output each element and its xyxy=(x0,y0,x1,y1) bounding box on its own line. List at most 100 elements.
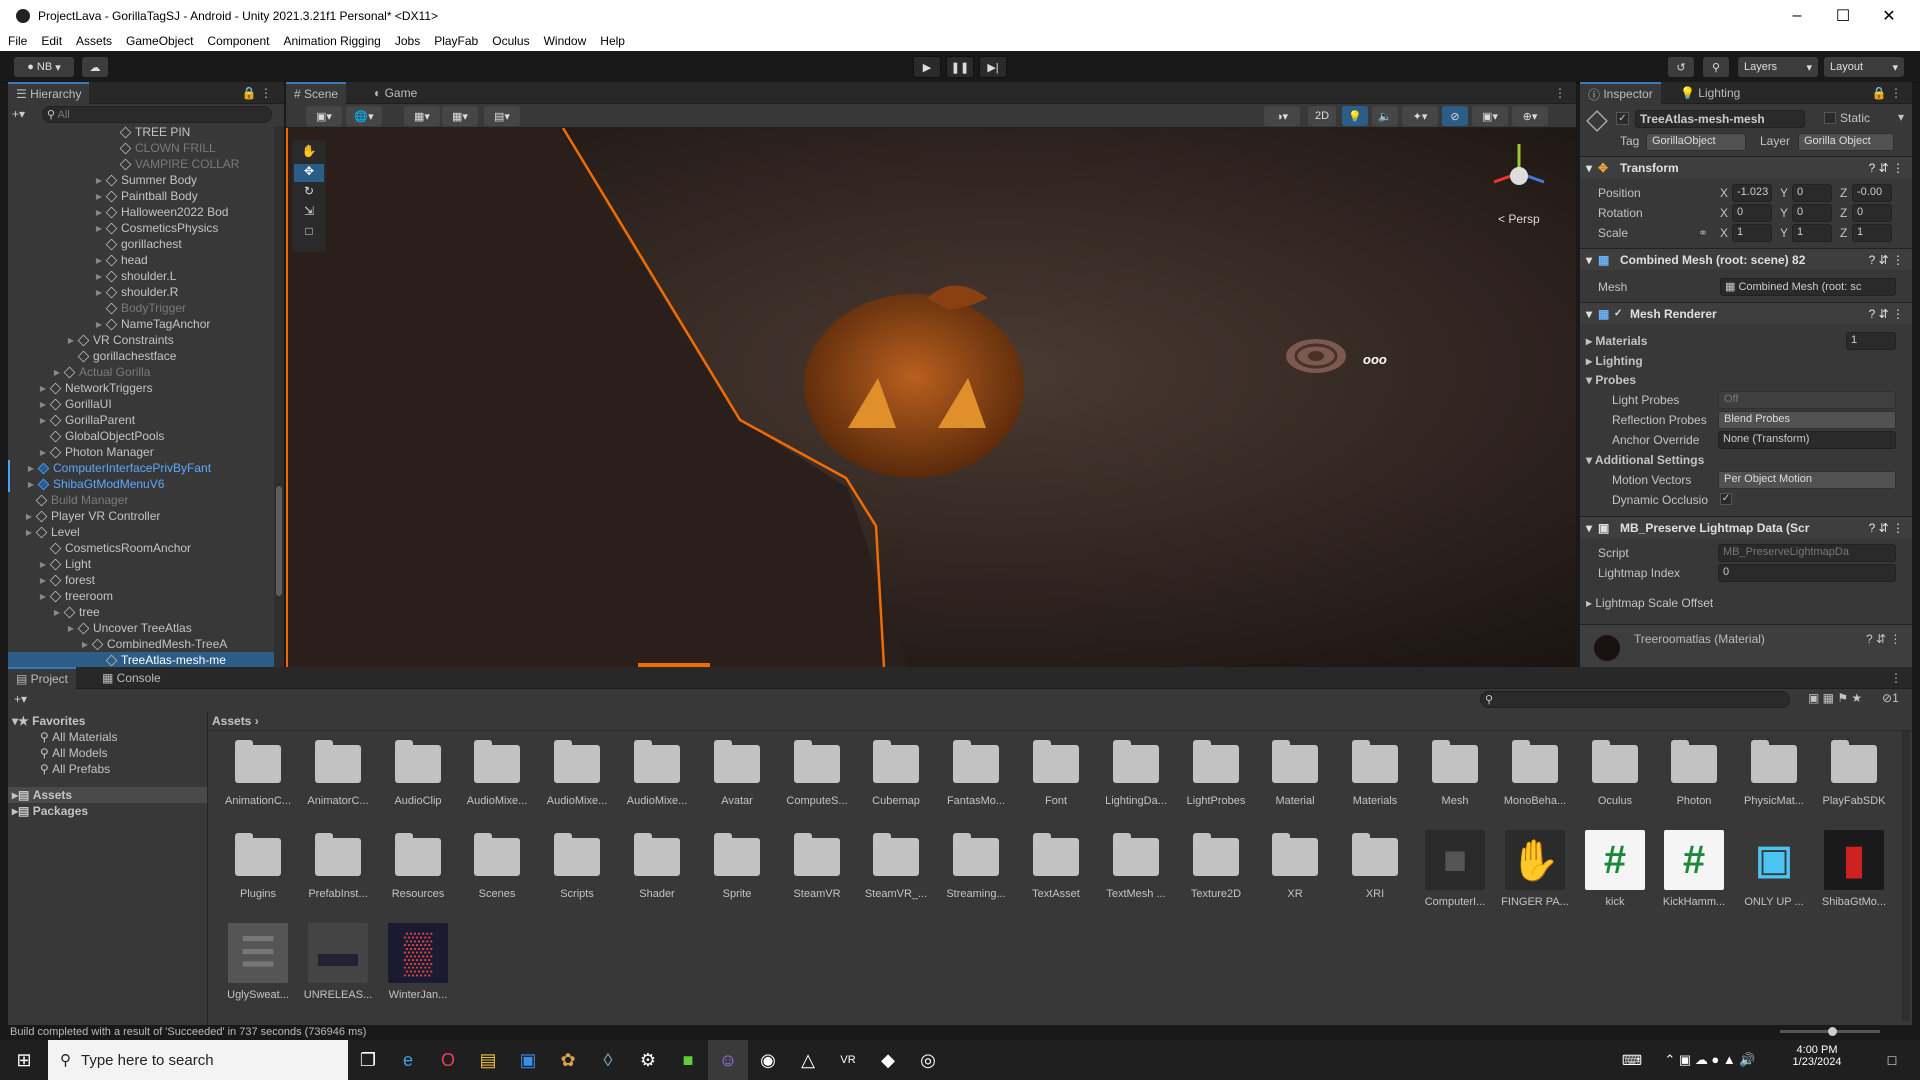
assets-folder-item[interactable]: ▸▤ Assets xyxy=(8,787,207,803)
material-menu-icon[interactable]: ? ⇵ ⋮ xyxy=(1866,632,1901,646)
asset-item[interactable]: MonoBeha... xyxy=(1497,737,1573,827)
menu-animation-rigging[interactable]: Animation Rigging xyxy=(283,34,380,48)
inspector-lock-icon[interactable]: 🔒 ⋮ xyxy=(1864,82,1910,104)
menu-component[interactable]: Component xyxy=(207,34,269,48)
menu-assets[interactable]: Assets xyxy=(76,34,112,48)
hierarchy-item[interactable]: ▶ shoulder.L xyxy=(8,268,274,284)
asset-item[interactable]: Plugins xyxy=(220,830,296,920)
expand-arrow-icon[interactable]: ▶ xyxy=(38,560,48,569)
asset-item[interactable]: AudioMixe... xyxy=(459,737,535,827)
minimize-button[interactable]: – xyxy=(1774,0,1820,31)
asset-item[interactable]: Resources xyxy=(380,830,456,920)
asset-item[interactable]: AudioMixe... xyxy=(539,737,615,827)
menu-playfab[interactable]: PlayFab xyxy=(434,34,478,48)
asset-item[interactable]: AnimationC... xyxy=(220,737,296,827)
vr-icon[interactable]: VR xyxy=(828,1040,868,1080)
game-icon[interactable]: ✿ xyxy=(548,1040,588,1080)
mesh-object-field[interactable]: ▦ Combined Mesh (root: sc xyxy=(1720,278,1896,296)
asset-item[interactable]: Oculus xyxy=(1577,737,1653,827)
hierarchy-item[interactable]: ▶ shoulder.R xyxy=(8,284,274,300)
system-tray-icons[interactable]: ⌃ ▣ ☁ ● ▲ 🔊 xyxy=(1650,1040,1770,1080)
project-scrollbar[interactable] xyxy=(1902,731,1910,1021)
expand-arrow-icon[interactable]: ▶ xyxy=(94,224,104,233)
expand-arrow-icon[interactable]: ▶ xyxy=(52,608,62,617)
expand-arrow-icon[interactable]: ▶ xyxy=(80,640,90,649)
expand-arrow-icon[interactable]: ▶ xyxy=(52,368,62,377)
asset-item[interactable]: Photon xyxy=(1656,737,1732,827)
hand-tool-icon[interactable]: ✋ xyxy=(294,144,324,162)
hidden-packages-toggle[interactable]: ⊘1 xyxy=(1882,691,1899,705)
expand-arrow-icon[interactable]: ▶ xyxy=(26,480,36,489)
expand-arrow-icon[interactable]: ▶ xyxy=(24,528,34,537)
tab-lighting[interactable]: 💡 Lighting xyxy=(1672,82,1748,104)
notifications-icon[interactable]: □ xyxy=(1872,1040,1912,1080)
step-button[interactable]: ▶| xyxy=(979,56,1007,78)
hierarchy-item[interactable]: ▶ CosmeticsPhysics xyxy=(8,220,274,236)
opera-icon[interactable]: O xyxy=(428,1040,468,1080)
asset-item[interactable]: PlayFabSDK xyxy=(1816,737,1892,827)
static-dropdown-icon[interactable]: ▾ xyxy=(1898,110,1904,124)
hierarchy-item[interactable]: ▶ Halloween2022 Bod xyxy=(8,204,274,220)
hierarchy-item[interactable]: ▶ GorillaParent xyxy=(8,412,274,428)
transform-header[interactable]: ▾ ✥ Transform ? ⇵ ⋮ xyxy=(1580,156,1912,178)
steam-icon[interactable]: ◉ xyxy=(748,1040,788,1080)
scene-viewport[interactable]: ooo ✋ ✥ ↻ ⇲ □ < Persp xyxy=(286,128,1576,667)
taskbar-search-box[interactable]: ⚲ Type here to search xyxy=(48,1040,348,1080)
expand-arrow-icon[interactable]: ▶ xyxy=(66,624,76,633)
asset-item[interactable]: ComputeS... xyxy=(779,737,855,827)
asset-item[interactable]: Font xyxy=(1018,737,1094,827)
light-probes-dropdown[interactable]: Off xyxy=(1718,391,1896,409)
menu-file[interactable]: File xyxy=(8,34,27,48)
cloud-icon[interactable]: ☁ xyxy=(82,57,108,77)
search-icon[interactable]: ⚲ xyxy=(1703,57,1729,77)
fav-all-models[interactable]: ⚲ All Models xyxy=(40,745,107,761)
edge-icon[interactable]: e xyxy=(388,1040,428,1080)
hierarchy-item[interactable]: ▶ Light xyxy=(8,556,274,572)
hierarchy-item[interactable]: gorillachestface xyxy=(8,348,274,364)
asset-item[interactable]: XRI xyxy=(1337,830,1413,920)
hierarchy-item[interactable]: VAMPIRE COLLAR xyxy=(8,156,274,172)
camera-dropdown[interactable]: ▣▾ xyxy=(1472,106,1508,126)
asset-item[interactable]: Sprite xyxy=(699,830,775,920)
asset-item[interactable]: TextMesh ... xyxy=(1098,830,1174,920)
asset-item[interactable]: PhysicMat... xyxy=(1736,737,1812,827)
hierarchy-item[interactable]: gorillachest xyxy=(8,236,274,252)
fav-all-prefabs[interactable]: ⚲ All Prefabs xyxy=(40,761,110,777)
hierarchy-item[interactable]: ▶ treeroom xyxy=(8,588,274,604)
menu-window[interactable]: Window xyxy=(544,34,587,48)
hierarchy-item[interactable]: ▶ head xyxy=(8,252,274,268)
menu-gameobject[interactable]: GameObject xyxy=(126,34,193,48)
asset-item[interactable]: ▒ WinterJan... xyxy=(380,923,456,1013)
dynamic-occlusion-checkbox[interactable]: ✓ xyxy=(1720,493,1732,505)
draw-mode-dropdown[interactable]: ▣▾ xyxy=(306,106,342,126)
asset-item[interactable]: Cubemap xyxy=(858,737,934,827)
asset-item[interactable]: PrefabInst... xyxy=(300,830,376,920)
menu-edit[interactable]: Edit xyxy=(41,34,62,48)
lightmap-script-header[interactable]: ▾ ▣ MB_Preserve Lightmap Data (Scr ? ⇵ ⋮ xyxy=(1580,516,1912,538)
slider-handle[interactable] xyxy=(1828,1027,1837,1036)
toggle-2d-button[interactable]: 2D xyxy=(1308,106,1336,126)
hierarchy-item[interactable]: TreeAtlas-mesh-me xyxy=(8,652,274,667)
tab-game[interactable]: ◐ Game xyxy=(366,82,425,104)
combined-mesh-header[interactable]: ▾ ▦ Combined Mesh (root: scene) 82 ? ⇵ ⋮ xyxy=(1580,248,1912,270)
move-tool-icon[interactable]: ✥ xyxy=(294,164,324,182)
lighting-toggle-icon[interactable]: 💡 xyxy=(1342,106,1368,126)
layout-dropdown[interactable]: Layout ▾ xyxy=(1824,57,1904,77)
asset-item[interactable]: TextAsset xyxy=(1018,830,1094,920)
task-view-icon[interactable]: ❐ xyxy=(348,1040,388,1080)
materials-foldout[interactable]: ▸ Materials xyxy=(1586,334,1647,348)
hierarchy-item[interactable]: ▶ Summer Body xyxy=(8,172,274,188)
scene-menu-icon[interactable]: ⋮ xyxy=(1546,82,1574,104)
audio-toggle-icon[interactable]: 🔈 xyxy=(1372,106,1398,126)
hierarchy-item[interactable]: ▶ Paintball Body xyxy=(8,188,274,204)
expand-arrow-icon[interactable]: ▶ xyxy=(66,336,76,345)
scale-y-field[interactable]: 1 xyxy=(1792,224,1832,242)
hierarchy-item[interactable]: CLOWN FRILL xyxy=(8,140,274,156)
maximize-button[interactable]: ☐ xyxy=(1820,0,1866,31)
hierarchy-item[interactable]: ▶ Actual Gorilla xyxy=(8,364,274,380)
rotation-x-field[interactable]: 0 xyxy=(1732,204,1772,222)
hierarchy-item[interactable]: ▶ NameTagAnchor xyxy=(8,316,274,332)
menu-jobs[interactable]: Jobs xyxy=(395,34,420,48)
visibility-toggle-icon[interactable]: ⊘ xyxy=(1442,106,1468,126)
play-button[interactable]: ▶ xyxy=(913,56,941,78)
